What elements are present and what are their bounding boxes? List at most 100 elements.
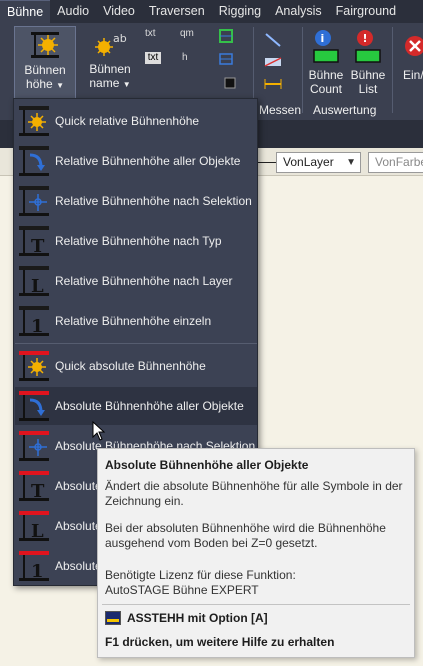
- relative-height-all-icon: [19, 146, 49, 176]
- menu-item-label: Absolute Bühnenhöhe aller Objekte: [55, 399, 244, 413]
- svg-text:T: T: [31, 236, 45, 257]
- tooltip-license-value: AutoSTAGE Bühne EXPERT: [105, 583, 259, 597]
- buehnen-name-label-2: name ▼: [82, 76, 138, 92]
- tooltip: Absolute Bühnenhöhe aller Objekte Ändert…: [97, 448, 415, 658]
- buehnen-hoehe-button[interactable]: Bühnen höhe ▼: [14, 26, 76, 100]
- menu-item-label: Relative Bühnenhöhe nach Selektion: [55, 194, 252, 208]
- relative-height-single-icon: 1: [19, 306, 49, 337]
- tab-traversen[interactable]: Traversen: [142, 0, 212, 23]
- menu-item-absolute-all[interactable]: Absolute Bühnenhöhe aller Objekte: [15, 387, 257, 425]
- relative-height-selection-icon: [19, 186, 49, 216]
- tab-analysis[interactable]: Analysis: [268, 0, 329, 23]
- menu-item-quick-absolute[interactable]: Quick absolute Bühnenhöhe: [15, 347, 257, 385]
- menu-item-relative-selection[interactable]: Relative Bühnenhöhe nach Selektion: [15, 182, 257, 220]
- menu-item-relative-layer[interactable]: L Relative Bühnenhöhe nach Layer: [15, 262, 257, 300]
- menu-item-relative-single[interactable]: 1 Relative Bühnenhöhe einzeln: [15, 302, 257, 340]
- ribbon-tabs: Bühne Audio Video Traversen Rigging Anal…: [0, 0, 423, 23]
- stage-height-icon: [31, 32, 59, 58]
- info-count-icon: i: [313, 30, 339, 63]
- area-icon[interactable]: qm: [180, 28, 196, 44]
- text-box-icon[interactable]: txt: [145, 52, 161, 64]
- buehne-count-label-2: Count: [309, 82, 343, 96]
- buehnen-hoehe-label-2: höhe ▼: [15, 77, 75, 93]
- frame-icon[interactable]: [218, 28, 234, 44]
- buehne-list-button[interactable]: ! Bühne List: [348, 29, 388, 99]
- warning-list-icon: !: [355, 30, 381, 63]
- measure-area-icon[interactable]: [263, 55, 283, 69]
- color-combo[interactable]: VonFarbe: [368, 152, 423, 173]
- absolute-height-all-icon: [19, 391, 49, 421]
- menu-item-label: Relative Bühnenhöhe aller Objekte: [55, 154, 241, 168]
- svg-text:L: L: [31, 521, 44, 542]
- buehne-list-label-1: Bühne: [350, 68, 386, 82]
- tab-audio[interactable]: Audio: [50, 0, 96, 23]
- buehnen-name-label-2-text: name: [89, 76, 120, 90]
- tooltip-description: Ändert die absolute Bühnenhöhe für alle …: [105, 479, 403, 508]
- layer-combo-value: VonLayer: [283, 155, 334, 169]
- command-line-icon: [105, 611, 121, 625]
- svg-text:ab: ab: [113, 32, 127, 45]
- close-circle-icon: [405, 36, 423, 56]
- color-combo-value: VonFarbe: [375, 155, 423, 169]
- tooltip-title: Absolute Bühnenhöhe aller Objekte: [105, 458, 309, 472]
- dropdown-arrow-icon: ▼: [122, 80, 131, 89]
- svg-text:!: !: [363, 32, 368, 45]
- dropdown-arrow-icon: ▼: [56, 81, 64, 90]
- ribbon-separator: [302, 27, 303, 113]
- tooltip-separator: [102, 604, 410, 605]
- menu-item-relative-all[interactable]: Relative Bühnenhöhe aller Objekte: [15, 142, 257, 180]
- svg-text:L: L: [31, 276, 44, 297]
- menu-item-label: Relative Bühnenhöhe nach Typ: [55, 234, 222, 248]
- measure-dimension-icon[interactable]: [263, 77, 283, 91]
- absolute-height-selection-icon: [19, 431, 49, 461]
- mouse-cursor-icon: [92, 421, 106, 441]
- tab-video[interactable]: Video: [96, 0, 142, 23]
- menu-item-label: Relative Bühnenhöhe einzeln: [55, 314, 212, 328]
- quick-absolute-height-icon: [19, 351, 49, 381]
- auswertung-group-label: Auswertung: [313, 103, 377, 117]
- stage-name-icon: ab: [95, 32, 127, 56]
- height-label-icon[interactable]: h: [182, 52, 198, 68]
- absolute-height-layer-icon: L: [19, 511, 49, 542]
- svg-text:T: T: [31, 481, 45, 502]
- menu-item-quick-relative[interactable]: Quick relative Bühnenhöhe: [15, 102, 257, 140]
- buehne-count-label-1: Bühne: [308, 68, 344, 82]
- messen-group-label: Messen: [259, 103, 302, 117]
- tooltip-command: ASSTEHH mit Option [A]: [105, 611, 268, 625]
- relative-height-type-icon: T: [19, 226, 49, 257]
- tooltip-help: F1 drücken, um weitere Hilfe zu erhalten: [105, 635, 335, 649]
- absolute-height-single-icon: 1: [19, 551, 49, 582]
- tab-fairground[interactable]: Fairground: [329, 0, 403, 23]
- tooltip-description-2: Bei der absoluten Bühnenhöhe wird die Bü…: [105, 521, 386, 550]
- menu-item-relative-type[interactable]: T Relative Bühnenhöhe nach Typ: [15, 222, 257, 260]
- buehne-count-button[interactable]: i Bühne Count: [306, 29, 346, 99]
- buehnen-name-label-1: Bühnen: [89, 62, 131, 76]
- menu-separator: [15, 343, 257, 344]
- quick-relative-height-icon: [19, 106, 49, 136]
- layer-combo[interactable]: VonLayer ▼: [276, 152, 361, 173]
- buehnen-name-button[interactable]: ab Bühnen name ▼: [82, 26, 138, 100]
- svg-text:1: 1: [31, 561, 44, 582]
- ein-aus-label: Ein/: [403, 68, 423, 82]
- tooltip-license-label: Benötigte Lizenz für diese Funktion:: [105, 568, 296, 582]
- grid-icon[interactable]: [218, 51, 234, 67]
- ribbon-separator: [392, 27, 393, 113]
- measure-line-icon[interactable]: [263, 31, 283, 49]
- chevron-down-icon: ▼: [346, 157, 356, 168]
- color-swatch-icon[interactable]: [222, 75, 238, 91]
- tooltip-command-text: ASSTEHH mit Option [A]: [127, 611, 268, 625]
- tab-rigging[interactable]: Rigging: [212, 0, 268, 23]
- absolute-height-type-icon: T: [19, 471, 49, 502]
- menu-item-label: Quick absolute Bühnenhöhe: [55, 359, 206, 373]
- ein-aus-button[interactable]: Ein/: [397, 33, 423, 93]
- buehnen-hoehe-label-1: Bühnen: [24, 63, 66, 77]
- buehnen-hoehe-label-2-text: höhe: [26, 77, 53, 91]
- menu-item-label: Relative Bühnenhöhe nach Layer: [55, 274, 233, 288]
- svg-text:i: i: [321, 32, 325, 45]
- menu-item-label: Quick relative Bühnenhöhe: [55, 114, 200, 128]
- relative-height-layer-icon: L: [19, 266, 49, 297]
- svg-text:1: 1: [31, 316, 44, 337]
- tab-buehne[interactable]: Bühne: [0, 0, 51, 23]
- line-sample: [258, 162, 278, 163]
- text-icon[interactable]: txt: [145, 28, 161, 44]
